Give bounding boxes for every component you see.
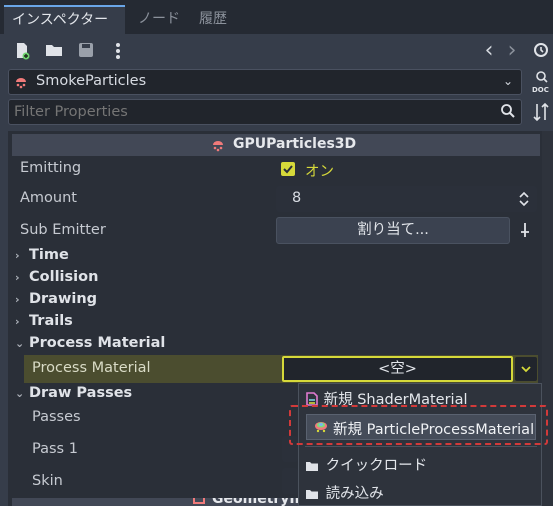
section-collision[interactable]: › Collision xyxy=(15,269,98,285)
filter-properties-field[interactable] xyxy=(14,103,484,121)
doc-icon[interactable]: DOC xyxy=(531,70,551,94)
filter-properties-input[interactable] xyxy=(8,99,522,125)
menu-item-quick-load[interactable]: クイックロード xyxy=(305,453,535,479)
menu-separator xyxy=(305,446,537,447)
gpu-particles-icon xyxy=(14,75,28,93)
section-trails-label: Trails xyxy=(29,313,73,329)
spin-arrows-icon[interactable] xyxy=(519,191,529,211)
section-time-label: Time xyxy=(29,247,69,263)
folder-icon xyxy=(305,483,321,506)
process-material-label: Process Material xyxy=(32,360,151,376)
section-time[interactable]: › Time xyxy=(15,247,69,263)
geometry-instance-icon xyxy=(192,498,206,506)
svg-text:DOC: DOC xyxy=(532,86,549,94)
pin-icon[interactable] xyxy=(518,222,532,242)
tab-history[interactable]: 履歴 xyxy=(191,5,235,34)
amount-value: 8 xyxy=(292,190,302,206)
object-selector-value: SmokeParticles xyxy=(36,73,147,89)
more-options-icon[interactable] xyxy=(108,42,128,62)
object-history-icon[interactable] xyxy=(531,42,551,62)
class-header-gpuparticles3d: GPUParticles3D xyxy=(12,134,540,156)
inspector-scrollbar[interactable] xyxy=(542,131,553,506)
skin-label: Skin xyxy=(32,473,63,489)
emitting-value[interactable]: オン xyxy=(305,160,334,181)
emitting-checkbox[interactable] xyxy=(281,162,295,176)
chevron-down-icon: ⌄ xyxy=(503,74,514,88)
chevron-down-icon: ⌄ xyxy=(15,337,25,350)
class-header-label: GPUParticles3D xyxy=(233,136,357,152)
emitting-label: Emitting xyxy=(20,160,82,176)
section-draw-passes[interactable]: ⌄ Draw Passes xyxy=(15,385,132,401)
section-process-material[interactable]: ⌄ Process Material xyxy=(15,335,165,351)
new-resource-icon[interactable] xyxy=(12,42,32,62)
gpu-particles-icon xyxy=(211,138,225,156)
skin-resource-picker[interactable] xyxy=(282,468,298,494)
chevron-right-icon: › xyxy=(15,271,20,284)
save-icon[interactable] xyxy=(76,42,96,62)
amount-label: Amount xyxy=(20,190,77,206)
amount-spinbox[interactable]: 8 xyxy=(276,186,537,212)
folder-icon xyxy=(305,455,321,481)
passes-label: Passes xyxy=(32,409,81,425)
section-trails[interactable]: › Trails xyxy=(15,313,73,329)
chevron-right-icon: › xyxy=(15,249,20,262)
object-selector[interactable]: SmokeParticles ⌄ xyxy=(8,69,522,95)
assign-sub-emitter-button[interactable]: 割り当て... xyxy=(276,217,510,244)
history-forward-icon[interactable]: › xyxy=(503,40,521,63)
property-sort-icon[interactable] xyxy=(532,102,550,122)
process-material-resource-picker[interactable]: <空> xyxy=(282,356,513,382)
menu-item-load[interactable]: 読み込み xyxy=(305,481,535,506)
section-drawing-label: Drawing xyxy=(29,291,98,307)
chevron-right-icon: › xyxy=(15,315,20,328)
process-material-dropdown-button[interactable] xyxy=(515,357,537,381)
section-draw-passes-label: Draw Passes xyxy=(29,385,133,401)
section-collision-label: Collision xyxy=(29,269,99,285)
open-folder-icon[interactable] xyxy=(44,42,64,62)
chevron-right-icon: › xyxy=(15,293,20,306)
search-icon xyxy=(500,103,516,123)
menu-item-label: 読み込み xyxy=(325,486,384,502)
section-drawing[interactable]: › Drawing xyxy=(15,291,97,307)
section-process-material-label: Process Material xyxy=(29,335,166,351)
tab-node[interactable]: ノード xyxy=(130,5,188,34)
history-back-icon[interactable]: ‹ xyxy=(480,40,498,63)
chevron-down-icon: ⌄ xyxy=(15,387,25,400)
sub-emitter-label: Sub Emitter xyxy=(20,222,106,238)
tab-inspector[interactable]: インスペクター xyxy=(4,5,125,34)
selection-highlight-outline xyxy=(289,405,548,445)
class-header-next-label: GeometryIn xyxy=(212,498,305,506)
shader-material-icon xyxy=(305,389,319,406)
menu-item-label: クイックロード xyxy=(325,458,428,474)
pass1-label: Pass 1 xyxy=(32,441,78,457)
